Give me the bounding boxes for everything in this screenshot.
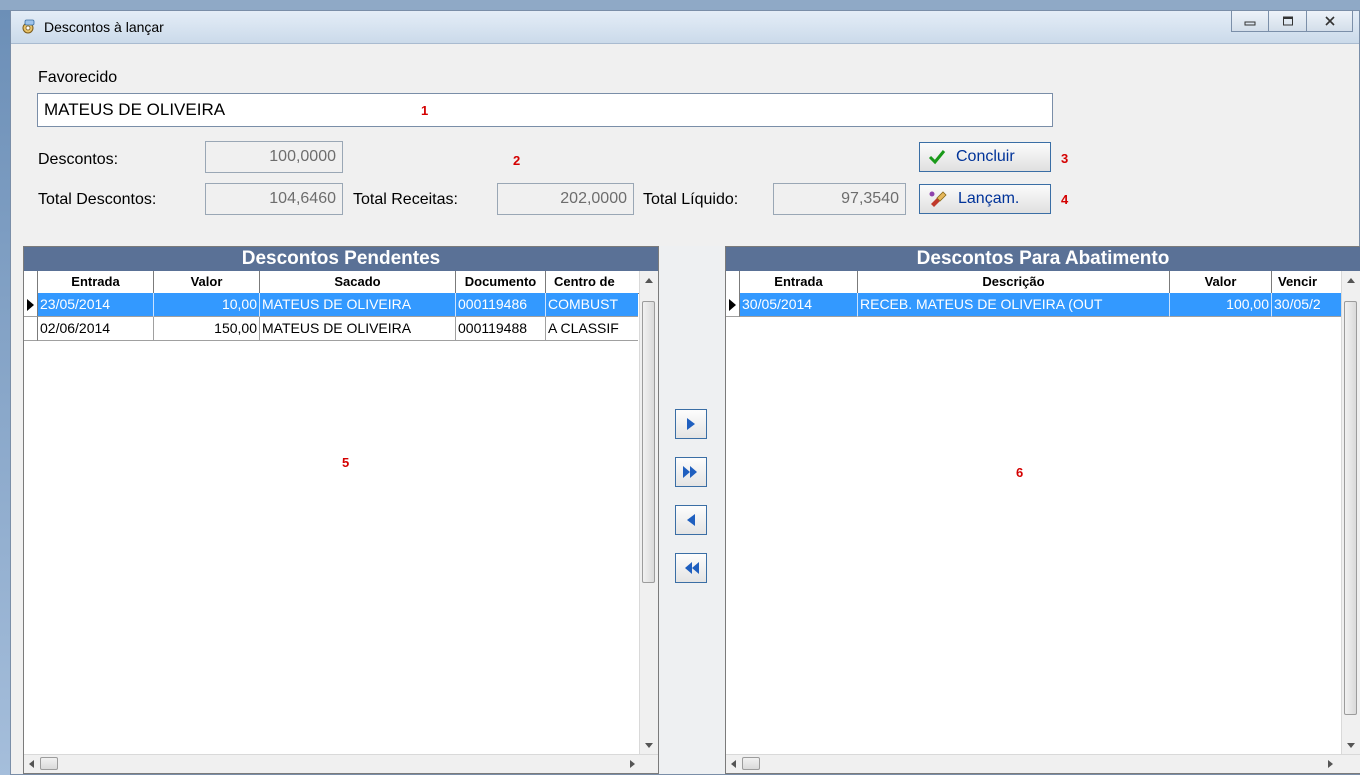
background-strip [0, 0, 1360, 10]
pendentes-vscroll-thumb[interactable] [642, 301, 655, 583]
cell-centro: A CLASSIF [546, 317, 638, 341]
cell-valor: 100,00 [1170, 293, 1272, 317]
table-row[interactable]: 02/06/2014 150,00 MATEUS DE OLIVEIRA 000… [24, 317, 638, 341]
scroll-right-icon[interactable] [630, 760, 636, 768]
move-all-right-button[interactable] [675, 457, 707, 487]
lancam-button-label: Lançam. [958, 190, 1020, 207]
favorecido-input[interactable] [37, 93, 1053, 127]
row-indicator [726, 293, 740, 317]
marker-1: 1 [421, 103, 429, 118]
col-sacado[interactable]: Sacado [260, 271, 456, 293]
cell-entrada: 23/05/2014 [38, 293, 154, 317]
cell-valor: 150,00 [154, 317, 260, 341]
total-liquido-label: Total Líquido: [643, 191, 739, 208]
abatimento-grid[interactable]: Descontos Para Abatimento Entrada Descri… [725, 246, 1360, 774]
descontos-value: 100,0000 [205, 141, 343, 173]
scroll-right-icon[interactable] [1328, 760, 1334, 768]
marker-3: 3 [1061, 151, 1069, 166]
scroll-down-icon[interactable] [1347, 743, 1355, 749]
cell-entrada: 02/06/2014 [38, 317, 154, 341]
scroll-up-icon[interactable] [645, 277, 653, 283]
table-row[interactable]: 23/05/2014 10,00 MATEUS DE OLIVEIRA 0001… [24, 293, 638, 317]
abatimento-hscroll[interactable] [726, 754, 1360, 773]
col-entrada[interactable]: Entrada [38, 271, 154, 293]
col-entrada[interactable]: Entrada [740, 271, 858, 293]
cell-descricao: RECEB. MATEUS DE OLIVEIRA (OUT [858, 293, 1170, 317]
title-bar[interactable]: Descontos à lançar [11, 11, 1359, 44]
window-title: Descontos à lançar [44, 19, 164, 35]
arrow-left-icon [687, 514, 695, 526]
favorecido-label: Favorecido [38, 69, 118, 86]
table-row[interactable]: 30/05/2014 RECEB. MATEUS DE OLIVEIRA (OU… [726, 293, 1344, 317]
total-liquido-value: 97,3540 [773, 183, 906, 215]
scroll-up-icon[interactable] [1347, 277, 1355, 283]
cell-centro: COMBUST [546, 293, 638, 317]
concluir-button[interactable]: Concluir [919, 142, 1051, 172]
arrow-right-icon [687, 418, 695, 430]
scroll-left-icon[interactable] [730, 760, 736, 768]
total-receitas-value: 202,0000 [497, 183, 634, 215]
minimize-icon [1244, 21, 1256, 26]
cell-entrada: 30/05/2014 [740, 293, 858, 317]
lancam-button[interactable]: Lançam. [919, 184, 1051, 214]
cell-documento: 000119488 [456, 317, 546, 341]
cell-sacado: MATEUS DE OLIVEIRA [260, 317, 456, 341]
cell-vencimento: 30/05/2 [1272, 293, 1344, 317]
indicator-header [24, 271, 38, 293]
marker-4: 4 [1061, 192, 1069, 207]
maximize-icon [1282, 16, 1293, 26]
row-pointer-icon [27, 299, 34, 311]
cell-valor: 10,00 [154, 293, 260, 317]
col-vencimento[interactable]: Vencir [1272, 271, 1344, 293]
double-arrow-left-icon [685, 562, 699, 574]
col-valor[interactable]: Valor [1170, 271, 1272, 293]
pendentes-grid-title: Descontos Pendentes [24, 247, 658, 271]
abatimento-hscroll-thumb[interactable] [742, 757, 760, 770]
pendentes-grid[interactable]: Descontos Pendentes Entrada Valor Sacado… [23, 246, 659, 774]
close-icon [1324, 16, 1335, 26]
abatimento-header: Entrada Descrição Valor Vencir [726, 271, 1360, 294]
descontos-window: Descontos à lançar Favorecido 1 Desconto… [10, 10, 1360, 775]
col-descricao[interactable]: Descrição [858, 271, 1170, 293]
gear-chat-icon [22, 19, 35, 34]
double-arrow-right-icon [683, 466, 697, 478]
pendentes-vscroll[interactable] [639, 271, 658, 755]
abatimento-vscroll[interactable] [1341, 271, 1360, 755]
row-indicator [24, 317, 38, 341]
row-indicator [24, 293, 38, 317]
concluir-button-label: Concluir [956, 148, 1015, 165]
marker-2: 2 [513, 153, 521, 168]
col-documento[interactable]: Documento [456, 271, 546, 293]
marker-5: 5 [342, 455, 350, 470]
pendentes-hscroll[interactable] [24, 754, 658, 773]
total-descontos-label: Total Descontos: [38, 191, 157, 208]
abatimento-grid-title: Descontos Para Abatimento [726, 247, 1360, 271]
col-valor[interactable]: Valor [154, 271, 260, 293]
move-left-button[interactable] [675, 505, 707, 535]
maximize-button[interactable] [1269, 11, 1307, 32]
cell-sacado: MATEUS DE OLIVEIRA [260, 293, 456, 317]
minimize-button[interactable] [1231, 11, 1269, 32]
total-descontos-value: 104,6460 [205, 183, 343, 215]
row-pointer-icon [729, 299, 736, 311]
descontos-label: Descontos: [38, 151, 119, 168]
scroll-down-icon[interactable] [645, 743, 653, 749]
move-all-left-button[interactable] [675, 553, 707, 583]
move-right-button[interactable] [675, 409, 707, 439]
brush-icon [929, 191, 947, 207]
col-centro[interactable]: Centro de [546, 271, 638, 293]
background-strip-left [0, 10, 10, 775]
check-icon [928, 150, 946, 165]
window-controls [1231, 11, 1353, 33]
abatimento-vscroll-thumb[interactable] [1344, 301, 1357, 715]
close-button[interactable] [1307, 11, 1353, 32]
pendentes-header: Entrada Valor Sacado Documento Centro de [24, 271, 658, 294]
total-receitas-label: Total Receitas: [353, 191, 458, 208]
scroll-left-icon[interactable] [28, 760, 34, 768]
pendentes-hscroll-thumb[interactable] [40, 757, 58, 770]
indicator-header [726, 271, 740, 293]
marker-6: 6 [1016, 465, 1024, 480]
cell-documento: 000119486 [456, 293, 546, 317]
